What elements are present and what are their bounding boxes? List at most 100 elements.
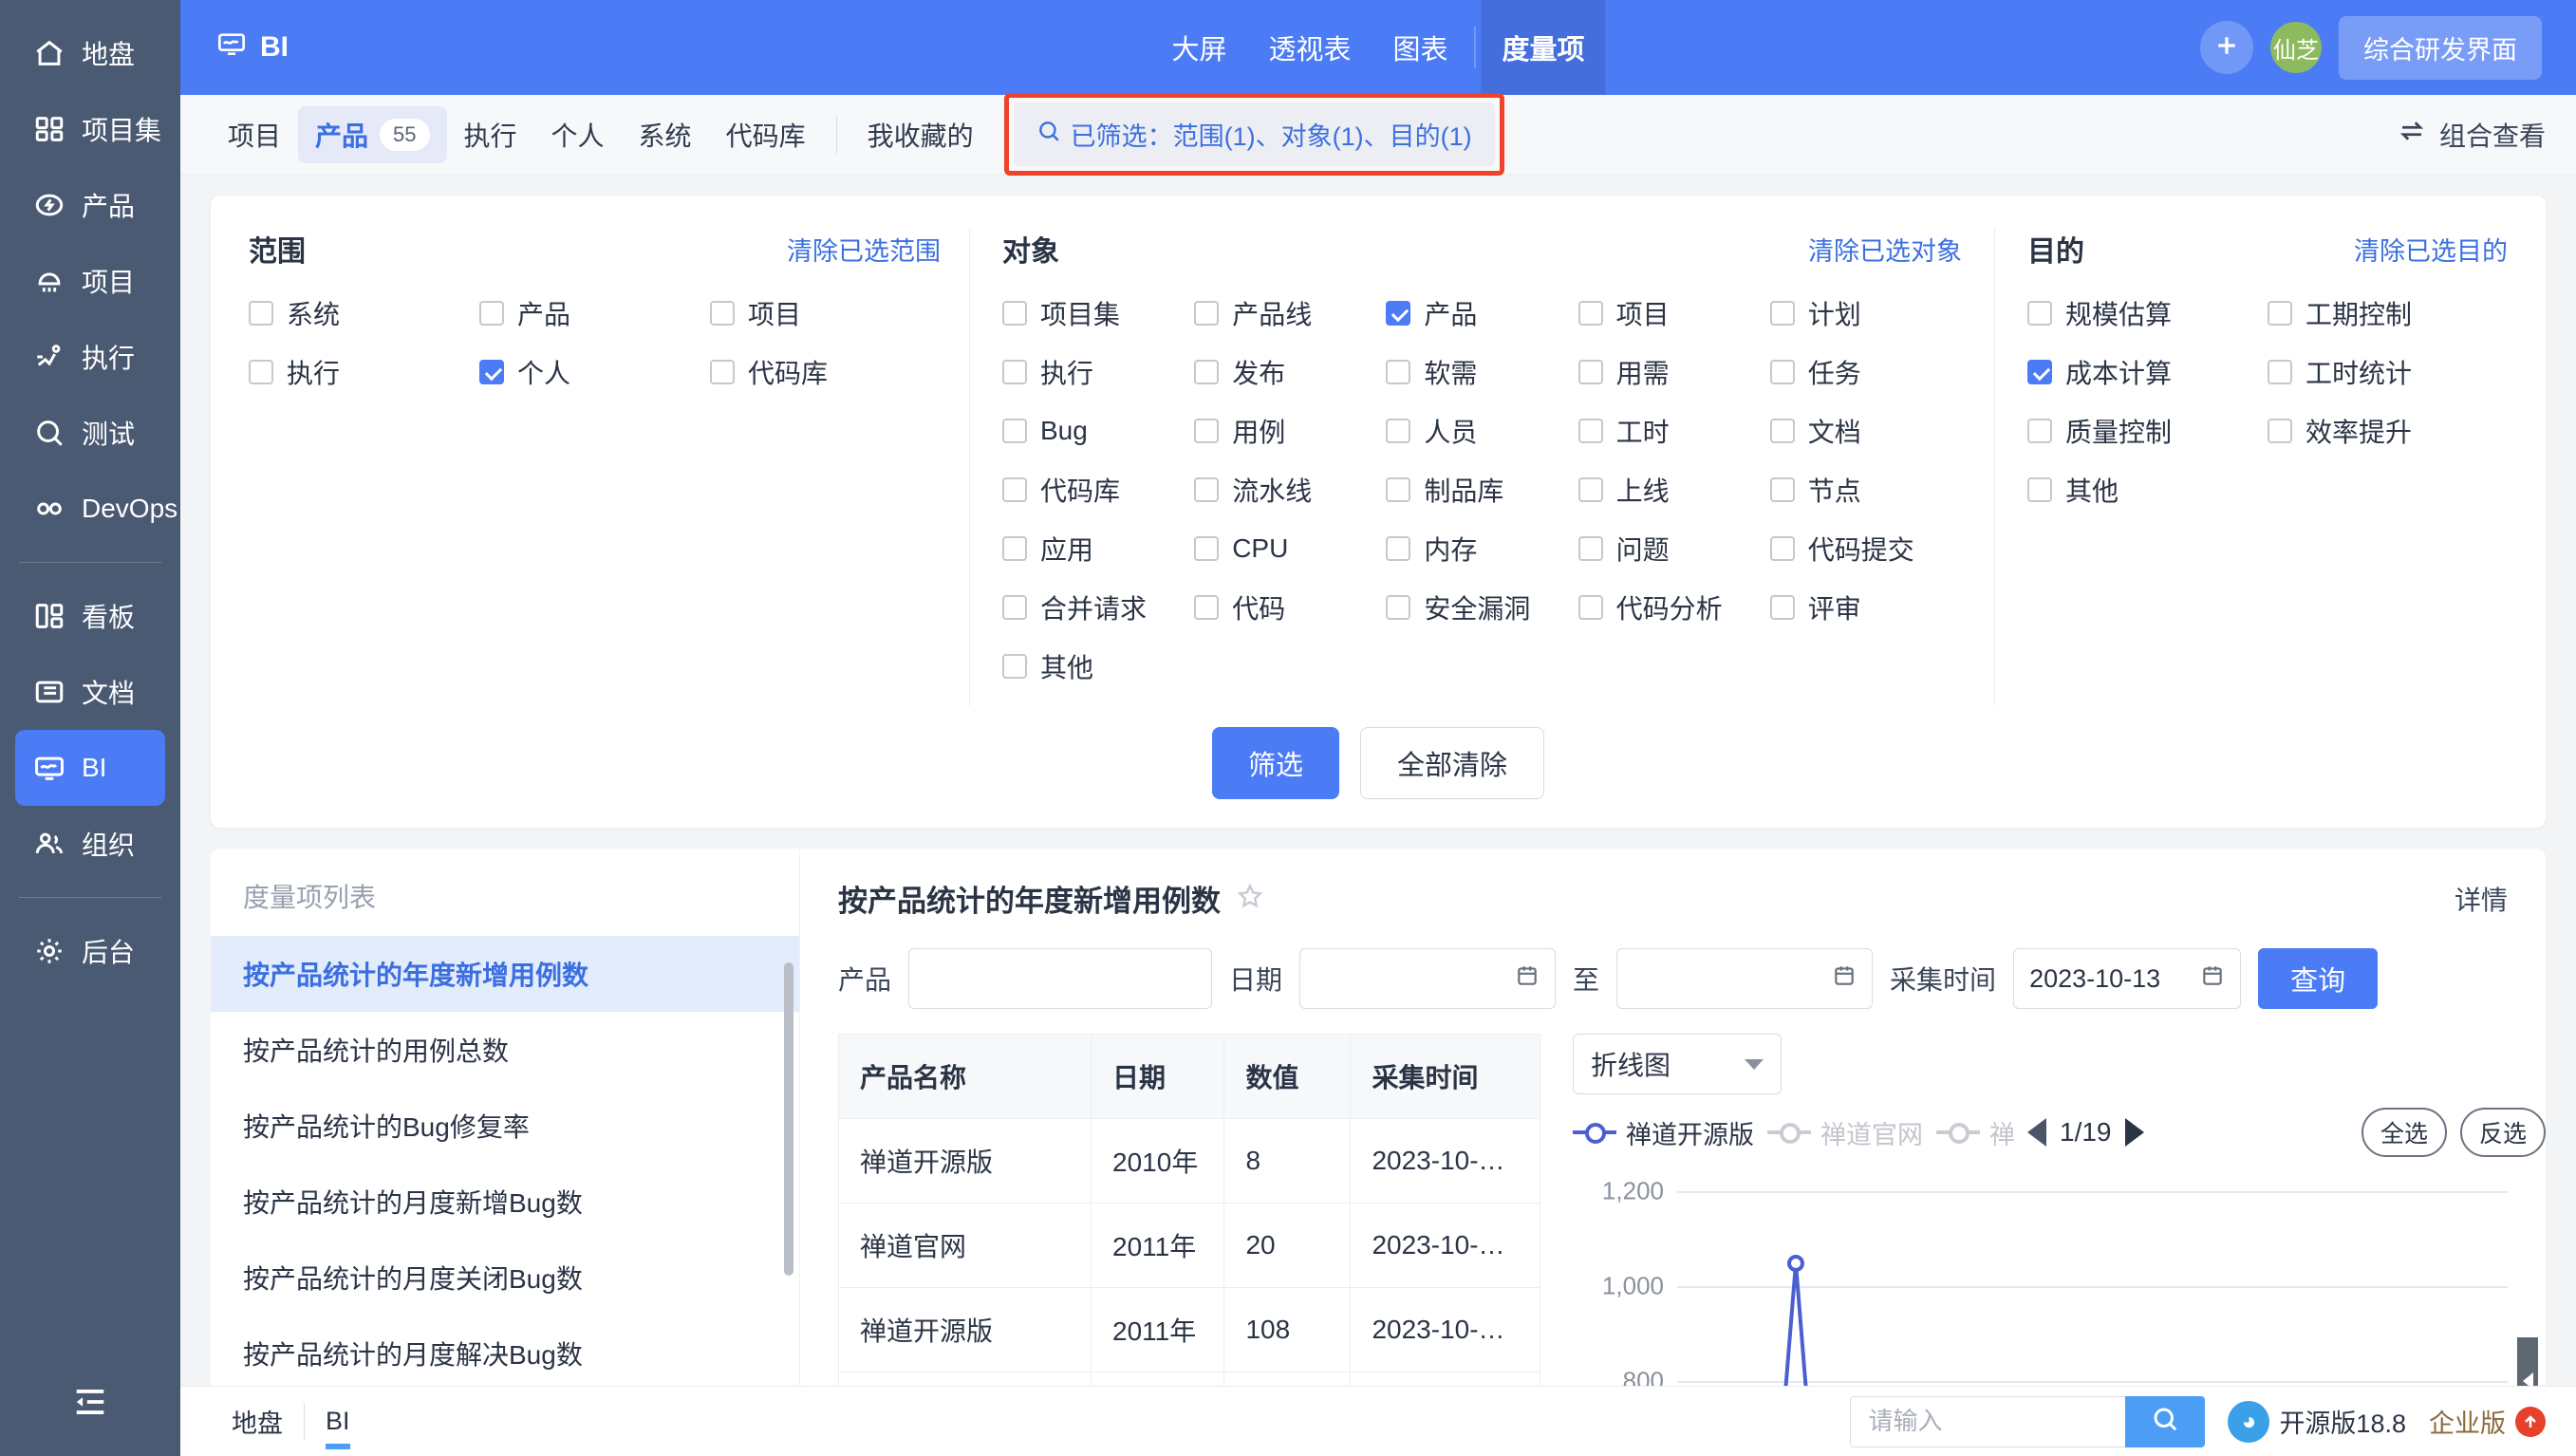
- object-option-6[interactable]: 发布: [1194, 353, 1386, 391]
- scope-option-project[interactable]: 项目: [710, 294, 941, 332]
- tab-repo[interactable]: 代码库: [709, 106, 823, 163]
- object-option-13[interactable]: 工时: [1578, 412, 1770, 450]
- collect-time-input[interactable]: 2023-10-13: [2013, 948, 2241, 1009]
- metric-list-scrollbar[interactable]: [784, 962, 793, 1276]
- checkbox[interactable]: [2268, 360, 2292, 384]
- object-option-11[interactable]: 用例: [1194, 412, 1386, 450]
- chevron-right-icon[interactable]: [2125, 1118, 2348, 1147]
- purpose-option-5[interactable]: 效率提升: [2268, 412, 2508, 450]
- checkbox[interactable]: [2027, 301, 2052, 326]
- sidebar-item-execution[interactable]: 执行: [15, 319, 165, 395]
- checkbox[interactable]: [1578, 536, 1603, 561]
- checkbox[interactable]: [1386, 360, 1410, 384]
- checkbox[interactable]: [1386, 301, 1410, 326]
- object-option-27[interactable]: 安全漏洞: [1386, 588, 1577, 626]
- object-option-23[interactable]: 问题: [1578, 530, 1770, 568]
- enterprise-upgrade[interactable]: 企业版: [2429, 1403, 2546, 1440]
- purpose-option-6[interactable]: 其他: [2027, 471, 2268, 509]
- sidebar-item-project[interactable]: 项目: [15, 243, 165, 319]
- sidebar-item-program[interactable]: 项目集: [15, 91, 165, 167]
- checkbox[interactable]: [1386, 536, 1410, 561]
- checkbox[interactable]: [1194, 595, 1219, 620]
- legend-item-3[interactable]: 禅: [1936, 1114, 2014, 1151]
- object-option-26[interactable]: 代码: [1194, 588, 1386, 626]
- object-option-30[interactable]: 其他: [1002, 647, 1194, 685]
- checkbox[interactable]: [1770, 301, 1795, 326]
- footer-item-dipan[interactable]: 地盘: [211, 1387, 304, 1456]
- object-option-14[interactable]: 文档: [1770, 412, 1962, 450]
- object-option-12[interactable]: 人员: [1386, 412, 1577, 450]
- clear-object-link[interactable]: 清除已选对象: [1808, 231, 1962, 268]
- purpose-option-0[interactable]: 规模估算: [2027, 294, 2268, 332]
- checkbox[interactable]: [1578, 301, 1603, 326]
- checkbox[interactable]: [1194, 301, 1219, 326]
- checkbox[interactable]: [1002, 419, 1027, 443]
- avatar[interactable]: 仙芝: [2270, 22, 2322, 73]
- sidebar-item-test[interactable]: 测试: [15, 395, 165, 471]
- purpose-option-1[interactable]: 工期控制: [2268, 294, 2508, 332]
- date-from-input[interactable]: [1299, 948, 1556, 1009]
- footer-item-bi[interactable]: BI: [305, 1387, 371, 1456]
- header-nav-dapin[interactable]: 大屏: [1150, 0, 1247, 95]
- checkbox[interactable]: [1386, 595, 1410, 620]
- header-nav-chart[interactable]: 图表: [1372, 0, 1469, 95]
- clear-purpose-link[interactable]: 清除已选目的: [2354, 231, 2508, 268]
- tab-personal[interactable]: 个人: [534, 106, 622, 163]
- checkbox[interactable]: [1002, 301, 1027, 326]
- apply-filter-button[interactable]: 筛选: [1212, 727, 1339, 799]
- applied-filter-chip[interactable]: 已筛选：范围(1)、对象(1)、目的(1): [1014, 103, 1495, 166]
- clear-scope-link[interactable]: 清除已选范围: [787, 231, 941, 268]
- list-item[interactable]: 按产品统计的Bug修复率: [211, 1088, 799, 1164]
- combo-view-button[interactable]: 组合查看: [2398, 116, 2546, 154]
- legend-item-active[interactable]: 禅道开源版: [1573, 1114, 1754, 1151]
- object-option-21[interactable]: CPU: [1194, 530, 1386, 568]
- checkbox[interactable]: [1770, 595, 1795, 620]
- checkbox[interactable]: [1386, 419, 1410, 443]
- checkbox[interactable]: [710, 360, 735, 384]
- scope-option-product[interactable]: 产品: [479, 294, 710, 332]
- checkbox[interactable]: [1770, 360, 1795, 384]
- add-button[interactable]: [2200, 21, 2253, 74]
- checkbox[interactable]: [1002, 654, 1027, 679]
- object-option-7[interactable]: 软需: [1386, 353, 1577, 391]
- scope-option-execution[interactable]: 执行: [249, 353, 479, 391]
- checkbox[interactable]: [249, 301, 273, 326]
- object-option-19[interactable]: 节点: [1770, 471, 1962, 509]
- table-row[interactable]: 禅道官网2011年202023-10-12 15:...: [839, 1204, 1540, 1288]
- tab-product[interactable]: 产品 55: [298, 106, 447, 163]
- checkbox[interactable]: [1194, 536, 1219, 561]
- header-nav-metric[interactable]: 度量项: [1482, 0, 1606, 95]
- checkbox[interactable]: [1578, 360, 1603, 384]
- sidebar-item-kanban[interactable]: 看板: [15, 578, 165, 654]
- chart-type-select[interactable]: 折线图: [1573, 1034, 1782, 1094]
- list-item[interactable]: 按产品统计的年度新增用例数: [211, 936, 799, 1012]
- checkbox[interactable]: [1578, 419, 1603, 443]
- purpose-option-4[interactable]: 质量控制: [2027, 412, 2268, 450]
- object-option-8[interactable]: 用需: [1578, 353, 1770, 391]
- checkbox[interactable]: [1002, 477, 1027, 502]
- header-nav-pivot[interactable]: 透视表: [1247, 0, 1372, 95]
- checkbox[interactable]: [1578, 595, 1603, 620]
- header-brand[interactable]: BI: [180, 28, 289, 66]
- object-option-22[interactable]: 内存: [1386, 530, 1577, 568]
- checkbox[interactable]: [1578, 477, 1603, 502]
- sidebar-item-devops[interactable]: DevOps: [15, 471, 165, 547]
- clear-all-button[interactable]: 全部清除: [1360, 727, 1544, 799]
- purpose-option-2[interactable]: 成本计算: [2027, 353, 2268, 391]
- object-option-29[interactable]: 评审: [1770, 588, 1962, 626]
- list-item[interactable]: 按产品统计的月度解决Bug数: [211, 1316, 799, 1386]
- sidebar-item-bi[interactable]: BI: [15, 730, 165, 806]
- table-row[interactable]: 禅道开源版2010年82023-10-12 15:...: [839, 1119, 1540, 1204]
- chevron-left-icon[interactable]: [2027, 1118, 2046, 1147]
- sidebar-item-product[interactable]: 产品: [15, 167, 165, 243]
- object-option-4[interactable]: 计划: [1770, 294, 1962, 332]
- checkbox[interactable]: [2268, 301, 2292, 326]
- checkbox[interactable]: [249, 360, 273, 384]
- object-option-15[interactable]: 代码库: [1002, 471, 1194, 509]
- list-item[interactable]: 按产品统计的月度新增Bug数: [211, 1164, 799, 1240]
- checkbox[interactable]: [1194, 419, 1219, 443]
- object-option-16[interactable]: 流水线: [1194, 471, 1386, 509]
- object-option-3[interactable]: 项目: [1578, 294, 1770, 332]
- invert-selection-button[interactable]: 反选: [2460, 1108, 2546, 1157]
- object-option-20[interactable]: 应用: [1002, 530, 1194, 568]
